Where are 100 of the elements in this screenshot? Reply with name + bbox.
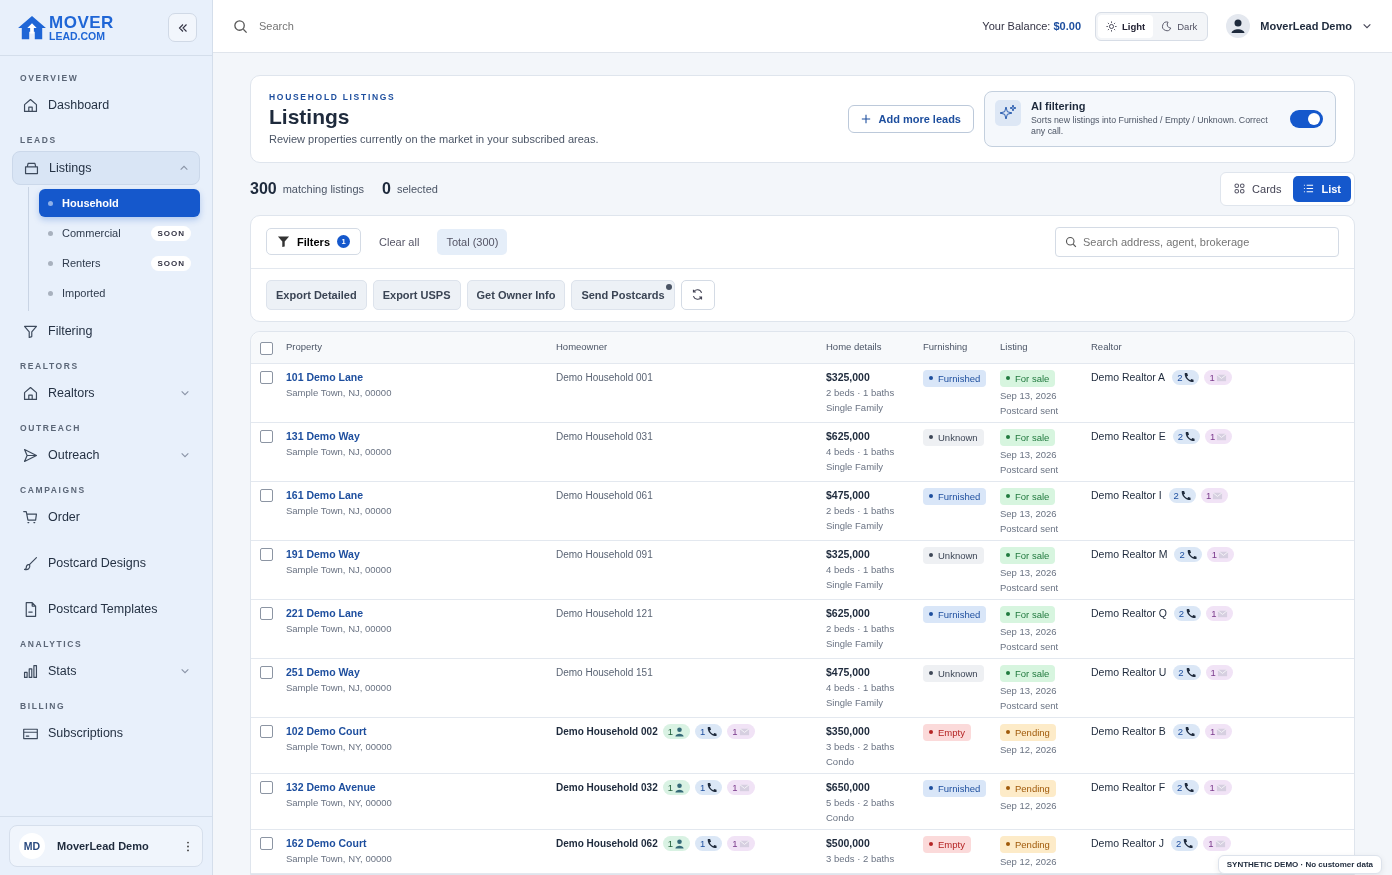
- row-checkbox[interactable]: [260, 429, 273, 443]
- section-heading: BILLING: [20, 701, 67, 713]
- realtor-name: Demo Realtor M: [1091, 546, 1168, 562]
- nav-item[interactable]: Dashboard: [12, 89, 200, 121]
- property-link[interactable]: 101 Demo Lane: [286, 369, 364, 385]
- list-icon: [1303, 183, 1315, 195]
- clear-all-button[interactable]: Clear all: [369, 229, 430, 254]
- property-type: Condo: [826, 754, 854, 769]
- phone-count-chip: 2: [1172, 779, 1200, 795]
- soon-badge: SOON: [151, 255, 191, 271]
- collapse-sidebar-button[interactable]: [168, 13, 197, 42]
- phone-icon: [706, 781, 718, 793]
- view-toggle[interactable]: Cards: [1224, 175, 1292, 202]
- logo-wordmark: LEAD.COM: [49, 30, 106, 42]
- mail-count-chip: 1: [1204, 369, 1232, 385]
- row-checkbox[interactable]: [260, 665, 273, 679]
- nav-item[interactable]: Postcard Templates: [12, 593, 200, 625]
- realtor-name: Demo Realtor B: [1091, 723, 1166, 739]
- price-text: $650,000: [826, 779, 870, 795]
- envelope-icon: [738, 781, 750, 793]
- mail-count-chip: 1: [727, 779, 755, 795]
- mail-count-chip: 1: [1200, 487, 1229, 503]
- property-link[interactable]: 191 Demo Way: [286, 546, 360, 562]
- column-header: Furnishing: [923, 340, 969, 354]
- homeowner-name: Demo Household 031: [556, 429, 653, 444]
- rooms-text: 3 beds · 2 baths: [826, 851, 895, 866]
- search-icon: [1065, 235, 1077, 248]
- furnishing-badge: Unknown: [923, 546, 984, 564]
- property-link[interactable]: 162 Demo Court: [286, 835, 367, 851]
- nav-item[interactable]: Stats: [12, 655, 200, 687]
- row-checkbox[interactable]: [260, 724, 273, 738]
- nav-item[interactable]: Filtering: [12, 315, 200, 347]
- property-link[interactable]: 132 Demo Avenue: [286, 779, 376, 795]
- row-checkbox[interactable]: [260, 780, 273, 794]
- section-heading: ANALYTICS: [20, 639, 84, 651]
- nav-item[interactable]: Listings: [12, 151, 200, 185]
- price-text: $325,000: [826, 546, 870, 562]
- logo-wordmark: MOVER: [49, 13, 114, 31]
- phone-icon: [1184, 430, 1195, 442]
- select-all-checkbox[interactable]: [260, 341, 273, 355]
- nav-subitem[interactable]: Renters SOON: [39, 249, 200, 277]
- action-button[interactable]: Send Postcards: [571, 279, 675, 310]
- property-type: Single Family: [826, 577, 884, 592]
- action-button[interactable]: Get Owner Info: [466, 279, 566, 310]
- nav-item[interactable]: Realtors: [12, 377, 200, 409]
- action-button[interactable]: Export Detailed: [266, 279, 367, 310]
- property-link[interactable]: 102 Demo Court: [286, 723, 367, 739]
- rooms-text: 4 beds · 1 baths: [826, 444, 895, 459]
- column-header: Home details: [826, 340, 883, 354]
- theme-toggle[interactable]: Dark: [1153, 14, 1206, 38]
- property-city: Sample Town, NY, 00000: [286, 851, 392, 866]
- nav-item[interactable]: Outreach: [12, 439, 200, 471]
- column-header: Property: [286, 340, 323, 354]
- price-text: $350,000: [826, 723, 870, 739]
- homeowner-name: Demo Household 061: [556, 488, 653, 503]
- view-toggle[interactable]: List: [1293, 175, 1351, 202]
- envelope-icon: [1214, 837, 1226, 849]
- row-checkbox[interactable]: [260, 370, 273, 384]
- funnel-icon: [277, 235, 290, 249]
- row-checkbox[interactable]: [260, 606, 273, 620]
- property-link[interactable]: 251 Demo Way: [286, 664, 360, 680]
- nav-item[interactable]: Postcard Designs: [12, 547, 200, 579]
- search-field[interactable]: Search: [257, 19, 969, 33]
- mail-count-chip: 1: [1205, 723, 1233, 739]
- row-checkbox[interactable]: [260, 836, 273, 850]
- nav-item[interactable]: Order: [12, 501, 200, 533]
- user-menu[interactable]: MoverLead Demo: [1226, 14, 1372, 38]
- homeowner-name: Demo Household 002: [556, 724, 658, 739]
- envelope-icon: [738, 837, 750, 849]
- refresh-button[interactable]: [680, 279, 715, 310]
- mail-count-chip: 1: [1206, 546, 1235, 562]
- mail-count-chip: 1: [727, 723, 755, 739]
- envelope-icon: [1212, 489, 1224, 501]
- search-field[interactable]: Search address, agent, brokerage: [1055, 226, 1339, 257]
- nav-subitem[interactable]: Imported: [39, 279, 200, 307]
- listing-status-badge: For sale: [1000, 487, 1056, 505]
- furnishing-badge: Furnished: [923, 369, 987, 387]
- sun-icon: [1106, 20, 1117, 32]
- listing-status-badge: For sale: [1000, 428, 1056, 446]
- house-icon: [22, 384, 39, 402]
- envelope-icon: [1216, 666, 1228, 678]
- furnishing-badge: Furnished: [923, 605, 987, 623]
- nav-item[interactable]: Subscriptions: [12, 717, 200, 749]
- nav-subitem[interactable]: Commercial SOON: [39, 219, 200, 247]
- add-leads-button[interactable]: Add more leads: [848, 104, 974, 133]
- user-card[interactable]: MD MoverLead Demo: [9, 825, 203, 867]
- phone-icon: [706, 725, 718, 737]
- row-checkbox[interactable]: [260, 547, 273, 561]
- envelope-icon: [1216, 430, 1228, 442]
- nav-subitem[interactable]: Household: [39, 189, 200, 217]
- action-button[interactable]: Export USPS: [372, 279, 461, 310]
- property-link[interactable]: 161 Demo Lane: [286, 487, 364, 503]
- property-link[interactable]: 221 Demo Lane: [286, 605, 364, 621]
- theme-toggle[interactable]: Light: [1098, 14, 1154, 38]
- property-link[interactable]: 131 Demo Way: [286, 428, 360, 444]
- property-city: Sample Town, NJ, 00000: [286, 503, 392, 518]
- ai-filtering-switch[interactable]: [1290, 110, 1323, 128]
- row-checkbox[interactable]: [260, 488, 273, 502]
- price-text: $475,000: [826, 664, 870, 680]
- listing-date: Sep 12, 2026: [1000, 854, 1057, 869]
